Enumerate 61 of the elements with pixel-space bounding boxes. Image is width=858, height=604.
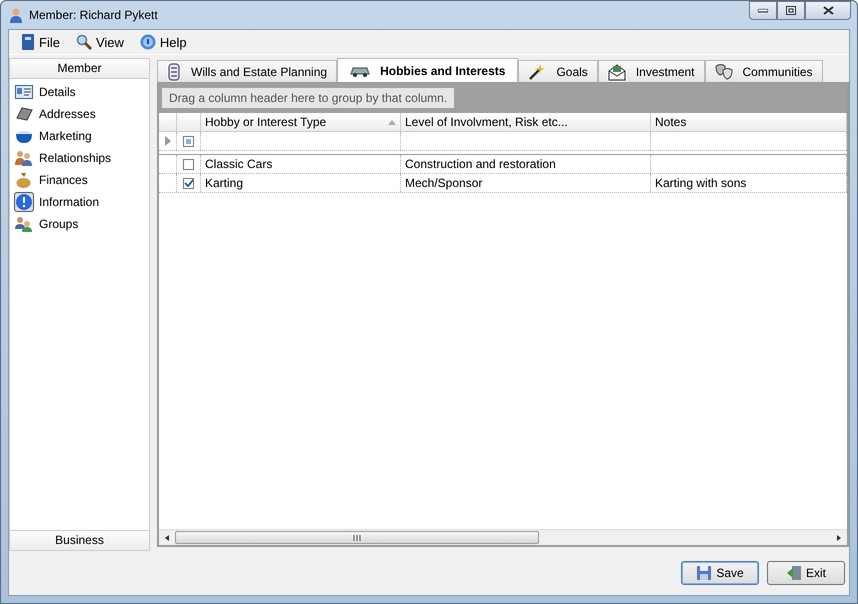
scroll-icon: [167, 62, 181, 80]
group-hint: Drag a column header here to group by that column.: [162, 88, 454, 108]
sidebar-item[interactable]: Information: [10, 191, 149, 213]
tab[interactable]: Goals: [518, 60, 598, 82]
column-header[interactable]: Notes: [651, 113, 847, 131]
menu-item[interactable]: Help: [134, 32, 193, 52]
tab[interactable]: Hobbies and Interests: [337, 58, 518, 82]
checkbox[interactable]: [183, 178, 194, 188]
table-cell: Classic Cars: [201, 155, 401, 173]
minimize-button[interactable]: [749, 1, 777, 20]
tab[interactable]: Communities: [704, 60, 823, 82]
envelope-icon: [608, 62, 626, 80]
checkbox[interactable]: [183, 158, 194, 170]
scrollbar-thumb[interactable]: [175, 531, 539, 544]
scroll-left-icon[interactable]: [163, 534, 171, 542]
menu-item[interactable]: View: [70, 32, 130, 52]
truck-icon: [350, 64, 370, 76]
sidebar-header: Member: [10, 59, 149, 79]
column-header[interactable]: Level of Involvment, Risk etc...: [401, 113, 651, 131]
sidebar-section-button[interactable]: Business: [10, 530, 149, 550]
money-bag-icon: [15, 172, 33, 188]
masks-icon: [714, 62, 733, 80]
checkbox[interactable]: [183, 136, 194, 146]
save-button[interactable]: Save: [681, 561, 759, 585]
sidebar-item[interactable]: Addresses: [10, 103, 149, 125]
sidebar-item[interactable]: Details: [10, 81, 149, 103]
bowl-icon: [15, 128, 33, 144]
tab[interactable]: Wills and Estate Planning: [157, 60, 338, 82]
people-icon: [15, 150, 33, 166]
sidebar-item[interactable]: Groups: [10, 213, 149, 235]
column-header[interactable]: Hobby or Interest Type: [201, 113, 401, 131]
search-icon: [76, 34, 92, 50]
window-title: Member: Richard Pykett: [29, 8, 158, 22]
maximize-button[interactable]: [777, 1, 805, 20]
person-icon: [9, 7, 23, 23]
tab[interactable]: Investment: [598, 60, 705, 82]
sidebar-item[interactable]: Relationships: [10, 147, 149, 169]
scroll-right-icon[interactable]: [835, 534, 843, 542]
magic-wand-icon: [528, 62, 546, 80]
maximize-icon: [786, 6, 796, 15]
door-icon: [786, 565, 802, 581]
info-icon: [15, 193, 33, 211]
table-cell: Construction and restoration: [401, 155, 651, 173]
close-icon: [822, 6, 834, 15]
menu-item[interactable]: File: [15, 32, 66, 52]
table-cell: Mech/Sponsor: [401, 174, 651, 192]
table-cell: Karting with sons: [651, 174, 847, 192]
help-icon: [140, 34, 156, 50]
sidebar-item[interactable]: Finances: [10, 169, 149, 191]
table-cell: Karting: [201, 174, 401, 192]
grip-icon: [353, 534, 361, 540]
exit-button[interactable]: Exit: [767, 561, 845, 585]
sort-icon: [388, 120, 396, 124]
close-button[interactable]: [805, 1, 851, 20]
group-icon: [15, 216, 33, 232]
sidebar-item[interactable]: Marketing: [10, 125, 149, 147]
minimize-icon: [758, 8, 768, 12]
checkmark-icon: [184, 178, 193, 188]
row-pointer-icon: [164, 136, 170, 146]
horizontal-scrollbar[interactable]: [159, 529, 847, 545]
card-icon: [15, 84, 33, 100]
